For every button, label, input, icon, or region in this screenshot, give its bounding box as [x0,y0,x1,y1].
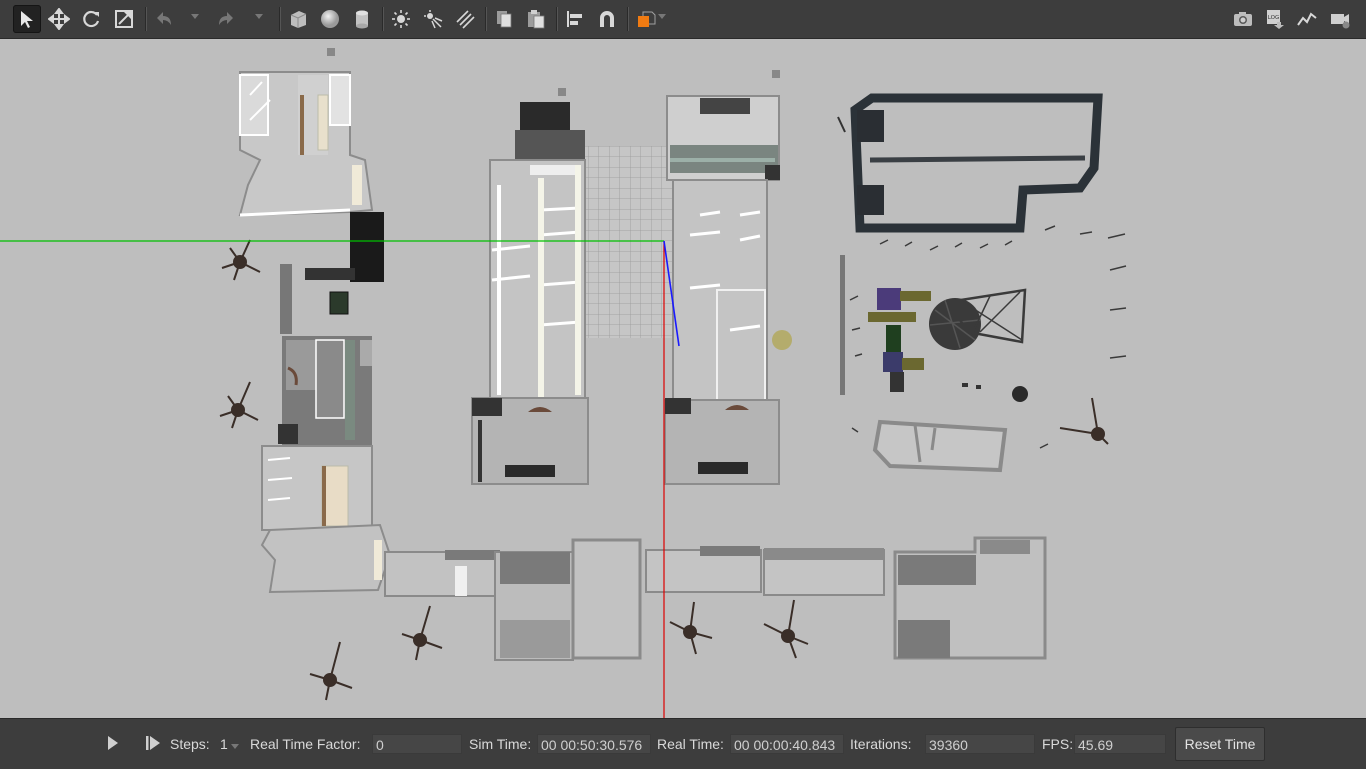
fps-field: 45.69 [1074,734,1166,754]
view-angle-chevron-down-icon[interactable] [658,14,666,19]
directional-light-icon[interactable] [451,5,479,33]
sim-time-label: Sim Time: [469,736,532,752]
main-toolbar: LOG [0,0,1366,39]
tree [221,239,261,281]
time-panel: Steps: 1 Real Time Factor: 0 Sim Time: 0… [0,718,1366,769]
iterations-field: 39360 [925,734,1035,754]
real-time-field: 00 00:00:40.843 [730,734,844,754]
paste-icon[interactable] [522,5,550,33]
cylinder-shape-icon[interactable] [348,5,376,33]
center-right-building[interactable] [664,70,780,485]
real-time-factor-field: 0 [372,734,462,754]
center-left-building[interactable] [471,88,589,485]
toolbar-separator [279,7,281,31]
sim-time-field: 00 00:50:30.576 [537,734,651,754]
redo-history-chevron-down-icon[interactable] [255,14,263,19]
scale-mode-icon[interactable] [110,5,138,33]
spot-light-icon[interactable] [419,5,447,33]
tree [1059,397,1109,445]
translate-mode-icon[interactable] [45,5,73,33]
scene-viewport[interactable] [0,39,1366,718]
toolbar-separator [145,7,147,31]
bottom-buildings-row[interactable] [384,536,1047,661]
align-icon[interactable] [561,5,589,33]
iterations-label: Iterations: [850,736,912,752]
steps-label: Steps: [170,736,210,752]
redo-icon[interactable] [212,5,240,33]
left-building-lower[interactable] [260,445,392,594]
toolbar-separator [627,7,629,31]
real-time-label: Real Time: [657,736,724,752]
rotate-mode-icon[interactable] [77,5,105,33]
screenshot-camera-icon[interactable] [1229,5,1257,33]
reset-time-button[interactable]: Reset Time [1175,727,1265,761]
tree [219,381,259,429]
box-shape-icon[interactable] [284,5,312,33]
step-forward-icon[interactable] [144,735,162,754]
change-view-icon[interactable] [632,5,660,33]
log-icon-text: LOG [1268,15,1279,21]
right-dark-frame[interactable] [837,93,1103,233]
sphere-shape-icon[interactable] [316,5,344,33]
select-mode-icon[interactable] [13,5,41,33]
fps-label: FPS: [1042,736,1074,752]
toolbar-separator [556,7,558,31]
log-icon[interactable]: LOG [1261,5,1289,33]
copy-icon[interactable] [490,5,518,33]
scene-render [0,48,1127,718]
undo-history-chevron-down-icon[interactable] [191,14,199,19]
real-time-factor-label: Real Time Factor: [250,736,361,752]
tree [763,599,809,659]
steps-value[interactable]: 1 [220,736,228,752]
steps-chevron-down-icon[interactable] [231,744,239,749]
left-building-top[interactable] [238,48,384,282]
tree [309,641,353,701]
toolbar-separator [382,7,384,31]
tree [669,601,713,655]
plot-icon[interactable] [1293,5,1321,33]
play-icon[interactable] [106,735,120,754]
tree [401,605,443,661]
left-building-middle[interactable] [278,264,372,446]
undo-icon[interactable] [150,5,178,33]
toolbar-separator [485,7,487,31]
point-light-icon[interactable] [387,5,415,33]
right-equipment-area[interactable] [772,255,1028,402]
right-small-building[interactable] [872,419,1008,473]
magnet-snap-icon[interactable] [593,5,621,33]
video-record-icon[interactable] [1326,5,1354,33]
